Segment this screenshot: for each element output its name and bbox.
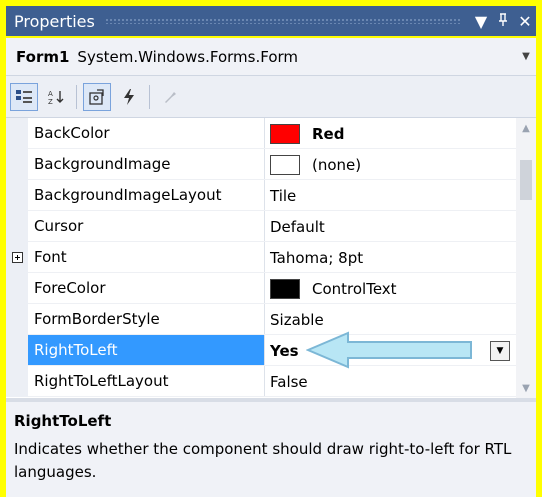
property-value-cell[interactable]: Default [270, 211, 325, 242]
properties-window: Properties ▼ ✕ Form1 System.Windows.Form… [0, 0, 542, 497]
property-value: Default [270, 217, 325, 236]
property-name: BackgroundImageLayout [34, 186, 222, 204]
object-name: Form1 [16, 47, 70, 66]
property-value: (none) [312, 155, 362, 174]
description-text: Indicates whether the component should d… [14, 440, 512, 481]
close-icon[interactable]: ✕ [514, 12, 536, 31]
property-value-cell[interactable]: Yes [270, 335, 299, 366]
expand-icon[interactable] [11, 252, 23, 263]
property-value-cell[interactable]: ControlText [270, 273, 397, 304]
property-value-cell[interactable]: (none) [270, 149, 361, 180]
property-value: False [270, 372, 308, 391]
pointer-arrow-icon [306, 331, 472, 369]
property-value: Tile [270, 186, 297, 205]
row-gutter [6, 242, 28, 273]
image-swatch [270, 154, 300, 175]
property-value-cell[interactable]: Red [270, 118, 344, 149]
scroll-thumb[interactable] [520, 160, 532, 200]
column-divider [264, 273, 265, 304]
property-name: RightToLeftLayout [34, 372, 169, 390]
toolbar: A Z [6, 76, 536, 118]
scroll-down-icon[interactable]: ▼ [516, 378, 536, 398]
column-divider [264, 118, 265, 149]
property-name: FormBorderStyle [34, 310, 160, 328]
property-name: Font [34, 248, 67, 266]
property-row-backgroundimage[interactable]: BackgroundImage (none) [6, 149, 516, 180]
object-type: System.Windows.Forms.Form [77, 47, 299, 66]
property-row-backgroundimagelayout[interactable]: BackgroundImageLayout Tile [6, 180, 516, 211]
row-gutter [6, 118, 28, 149]
property-name: Cursor [34, 217, 84, 235]
vertical-scrollbar[interactable]: ▲ ▼ [516, 118, 536, 398]
scroll-up-icon[interactable]: ▲ [516, 118, 536, 138]
property-name: ForeColor [34, 279, 106, 297]
title-bar[interactable]: Properties ▼ ✕ [6, 6, 536, 36]
row-gutter [6, 273, 28, 304]
property-value: Yes [270, 341, 299, 360]
toolbar-separator [149, 84, 150, 109]
property-value-cell[interactable]: Tile [270, 180, 296, 211]
property-name: RightToLeft [34, 341, 118, 359]
column-divider [264, 149, 265, 180]
column-divider [264, 211, 265, 242]
description-panel: RightToLeft Indicates whether the compon… [6, 398, 536, 497]
svg-text:A: A [48, 90, 53, 98]
object-dropdown-icon[interactable]: ▼ [516, 51, 536, 62]
property-value: Tahoma; 8pt [270, 248, 364, 267]
property-value: Red [312, 124, 345, 143]
toolbar-separator [76, 84, 77, 109]
property-pages-icon[interactable] [156, 83, 184, 111]
property-row-font[interactable]: Font Tahoma; 8pt [6, 242, 516, 273]
row-gutter [6, 335, 28, 366]
property-row-cursor[interactable]: Cursor Default [6, 211, 516, 242]
row-gutter [6, 366, 28, 397]
alphabetical-icon[interactable]: A Z [42, 83, 70, 111]
property-value: Sizable [270, 310, 324, 329]
row-gutter [6, 149, 28, 180]
pin-icon[interactable] [492, 12, 514, 31]
window-dropdown-icon[interactable]: ▼ [470, 12, 492, 31]
row-divider [28, 396, 516, 397]
value-dropdown-button[interactable]: ▼ [490, 341, 510, 361]
property-name: BackgroundImage [34, 155, 171, 173]
column-divider [264, 366, 265, 397]
property-value-cell[interactable]: Tahoma; 8pt [270, 242, 363, 273]
property-value: ControlText [312, 279, 397, 298]
column-divider [264, 304, 265, 335]
events-icon[interactable] [115, 83, 143, 111]
column-divider [264, 180, 265, 211]
property-row-backcolor[interactable]: BackColor Red [6, 118, 516, 149]
svg-text:Z: Z [48, 98, 53, 105]
column-divider [264, 242, 265, 273]
property-value-cell[interactable]: False [270, 366, 308, 397]
title-grip[interactable] [104, 18, 460, 24]
properties-icon[interactable] [83, 82, 111, 111]
property-name: BackColor [34, 124, 110, 142]
property-row-righttoleftlayout[interactable]: RightToLeftLayout False [6, 366, 516, 397]
row-gutter [6, 211, 28, 242]
window-title: Properties [14, 11, 95, 31]
row-gutter [6, 304, 28, 335]
categorized-icon[interactable] [10, 82, 38, 111]
description-title: RightToLeft [14, 412, 112, 430]
column-divider [264, 335, 265, 366]
row-gutter [6, 180, 28, 211]
color-swatch [270, 123, 300, 144]
object-selector[interactable]: Form1 System.Windows.Forms.Form ▼ [6, 38, 536, 76]
color-swatch [270, 278, 300, 299]
property-row-forecolor[interactable]: ForeColor ControlText [6, 273, 516, 304]
